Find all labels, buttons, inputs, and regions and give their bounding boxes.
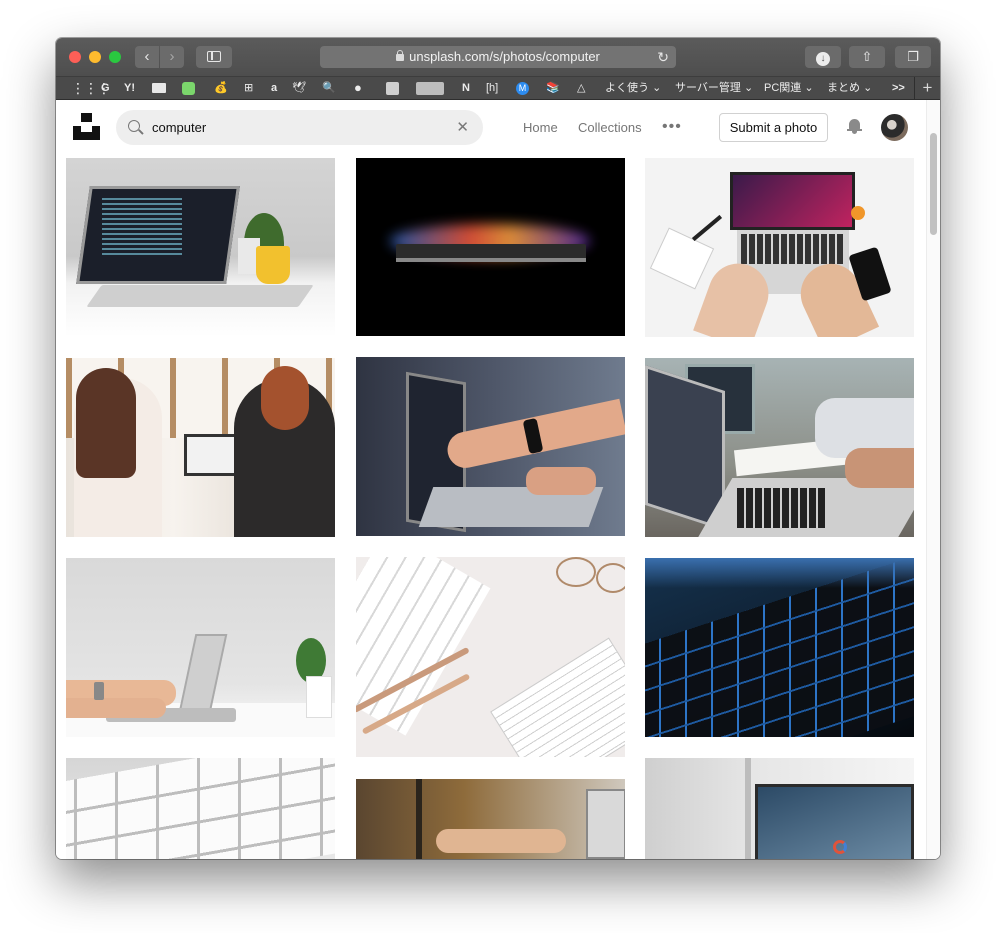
box-icon[interactable] [386, 77, 399, 99]
bookmark-folder-matome[interactable]: まとめ ⌄ [827, 77, 872, 99]
new-tab-button[interactable]: + [914, 77, 940, 99]
circle-icon[interactable]: ● [354, 77, 362, 99]
tabs-icon: ❐ [907, 49, 919, 64]
chevron-left-icon: ‹ [144, 48, 150, 65]
minimize-window-button[interactable] [89, 51, 101, 63]
browser-window: ‹ › unsplash.com/s/photos/computer ↻ ↓ ⇧… [56, 38, 940, 859]
photo-two-women-laptop[interactable] [66, 358, 335, 537]
unsplash-logo[interactable] [73, 113, 100, 140]
url-text: unsplash.com/s/photos/computer [409, 49, 600, 64]
bookmark-folder-frequent[interactable]: よく使う ⌄ [605, 77, 661, 99]
submit-photo-button[interactable]: Submit a photo [719, 113, 828, 142]
tab-overview-button[interactable]: ❐ [895, 46, 931, 68]
chevron-down-icon: ⌄ [804, 82, 814, 94]
books-icon[interactable]: 📚 [546, 77, 560, 99]
photo-pointing-at-laptop[interactable] [356, 357, 625, 536]
bookmark-google[interactable]: G [101, 77, 110, 99]
share-button[interactable]: ⇧ [849, 46, 885, 68]
m-icon[interactable]: M [516, 77, 529, 99]
folder-label: まとめ [827, 82, 860, 94]
grid-icon[interactable]: ⊞ [244, 77, 253, 99]
hatena-icon[interactable]: [h] [486, 77, 498, 99]
folder-label: サーバー管理 [675, 82, 741, 94]
photo-white-keyboard[interactable] [66, 758, 335, 859]
scrollbar-thumb[interactable] [930, 133, 937, 235]
triangle-icon[interactable]: △ [577, 77, 585, 99]
bookmark-yahoo[interactable]: Y! [124, 77, 135, 99]
search-input[interactable]: computer [152, 110, 206, 145]
bookmark-icon-2[interactable] [182, 77, 195, 99]
user-avatar[interactable] [881, 114, 908, 141]
web-page: computer ✕ Home Collections ••• Submit a… [56, 100, 940, 859]
photo-laptop-with-code[interactable] [66, 158, 335, 337]
bookmark-icon-1[interactable] [152, 77, 166, 99]
photo-monitor-on-desk[interactable] [645, 758, 914, 859]
photo-hands-on-laptop[interactable] [66, 558, 335, 737]
share-icon: ⇧ [861, 49, 873, 64]
address-bar[interactable]: unsplash.com/s/photos/computer ↻ [320, 46, 676, 68]
clear-search-icon[interactable]: ✕ [456, 119, 469, 136]
chevron-down-icon: ⌄ [863, 82, 873, 94]
reload-icon[interactable]: ↻ [657, 46, 669, 68]
bird-icon[interactable]: 🕊 [292, 77, 306, 99]
amazon-icon[interactable]: a [271, 77, 277, 99]
page-scrollbar[interactable] [926, 100, 940, 859]
zoom-window-button[interactable] [109, 51, 121, 63]
photo-backlit-keyboard[interactable] [645, 558, 914, 737]
nav-collections-link[interactable]: Collections [578, 117, 642, 139]
chevron-down-icon: ⌄ [743, 82, 754, 94]
download-icon: ↓ [816, 52, 830, 66]
folder-icon[interactable] [416, 77, 444, 99]
folder-label: よく使う [605, 82, 649, 94]
notifications-bell-icon[interactable] [847, 118, 862, 134]
sidebar-toggle-button[interactable] [196, 46, 232, 68]
chevron-right-icon: › [169, 48, 175, 65]
search-bar[interactable]: computer ✕ [116, 110, 483, 145]
photo-typing-top-view[interactable] [645, 158, 914, 337]
lock-icon [396, 50, 405, 61]
search-icon[interactable] [128, 120, 140, 132]
downloads-button[interactable]: ↓ [805, 46, 841, 68]
browser-toolbar: ‹ › unsplash.com/s/photos/computer ↻ ↓ ⇧… [56, 38, 940, 76]
bookmark-folder-pc[interactable]: PC関連 ⌄ [764, 77, 814, 99]
nav-home-link[interactable]: Home [523, 117, 558, 139]
forward-button[interactable]: › [160, 46, 184, 68]
magnifier-icon[interactable]: 🔍 [322, 77, 336, 99]
bookmarks-overflow-button[interactable]: >> [892, 77, 905, 99]
chevron-down-icon: ⌄ [652, 82, 662, 94]
bookmark-folder-server[interactable]: サーバー管理 ⌄ [675, 77, 753, 99]
back-button[interactable]: ‹ [135, 46, 159, 68]
site-header: computer ✕ Home Collections ••• Submit a… [56, 100, 926, 156]
close-window-button[interactable] [69, 51, 81, 63]
photo-keyboard-pens[interactable] [356, 557, 625, 757]
more-options-icon[interactable]: ••• [662, 116, 682, 138]
photo-laptop-glow[interactable] [356, 158, 625, 336]
folder-label: PC関連 [764, 82, 802, 94]
photo-person-laptop-window[interactable] [356, 779, 625, 859]
money-bag-icon[interactable]: 💰 [214, 77, 228, 99]
bookmarks-bar: ⋮⋮⋮ G Y! 💰 ⊞ a 🕊 🔍 ● N [h] M 📚 △ よく使う ⌄ … [56, 76, 940, 100]
photo-writing-with-laptops[interactable] [645, 358, 914, 537]
sidebar-icon [207, 51, 221, 62]
n-icon[interactable]: N [462, 77, 470, 99]
